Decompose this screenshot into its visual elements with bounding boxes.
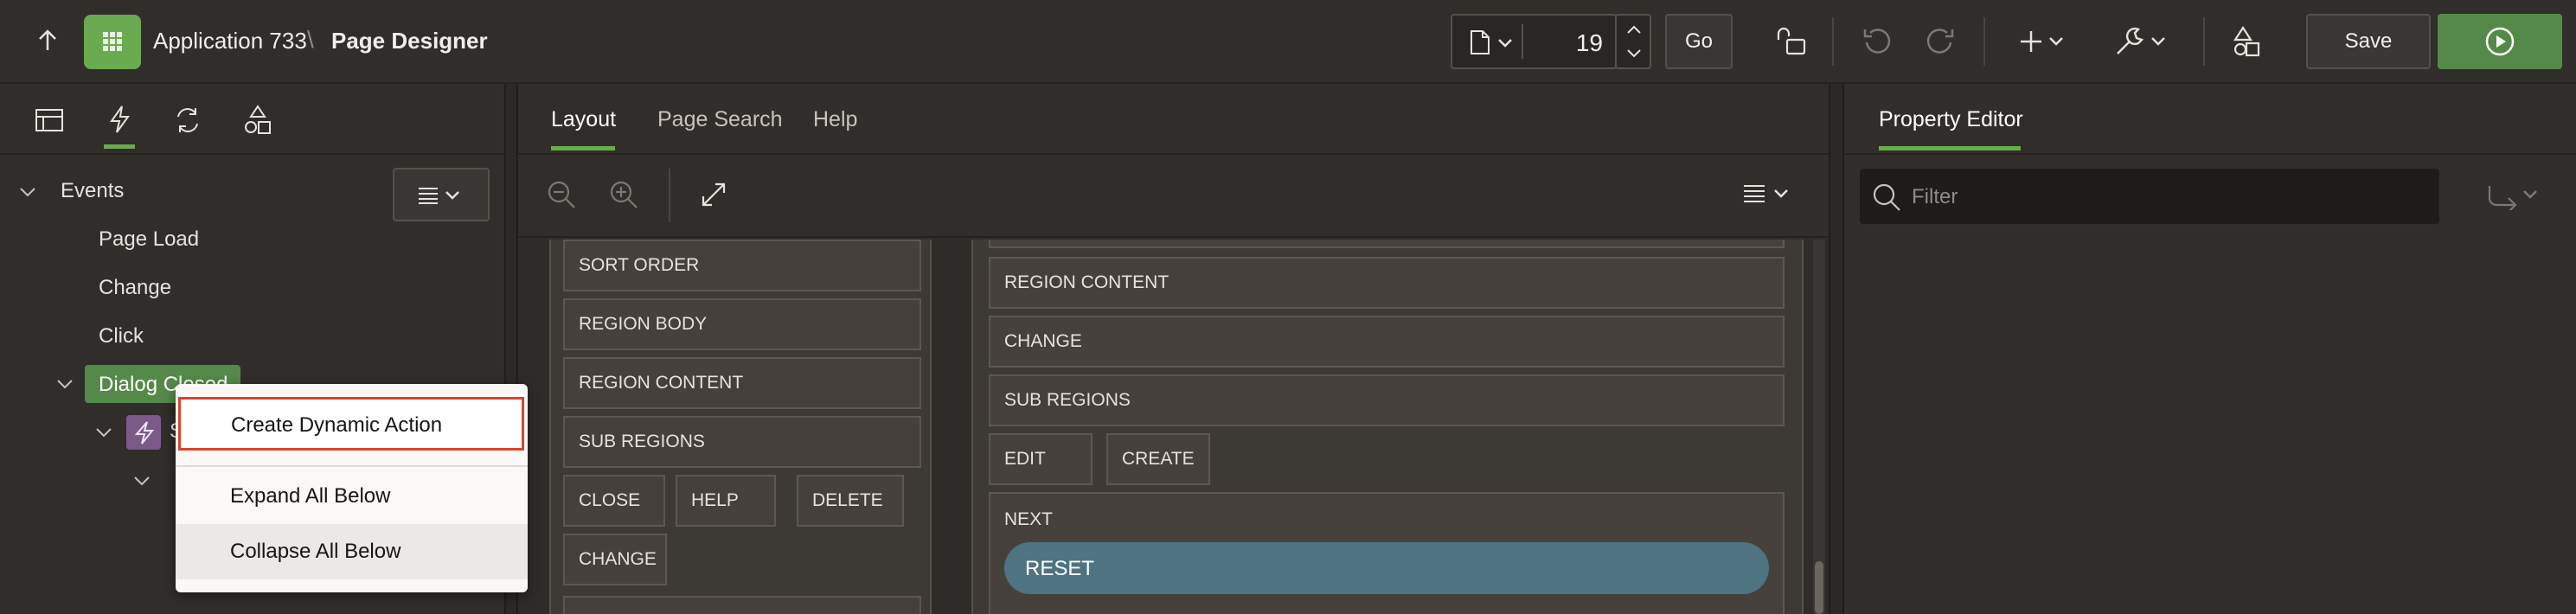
chevron-down-icon[interactable] xyxy=(133,475,151,487)
position-next[interactable]: NEXT RESET xyxy=(989,492,1785,614)
center-pane: Layout Page Search Help SORT ORDER REGIO… xyxy=(518,84,1829,614)
filter-field[interactable]: Filter xyxy=(1860,169,2439,224)
shared-components-tab-icon[interactable] xyxy=(242,105,273,136)
layout-toolbar xyxy=(518,155,1829,238)
chevron-up-icon[interactable] xyxy=(1626,24,1642,35)
dynamic-action-icon xyxy=(126,415,161,450)
center-tab-bar: Layout Page Search Help xyxy=(518,84,1829,155)
menu-item-create-dynamic-action[interactable]: Create Dynamic Action xyxy=(178,397,524,451)
left-tab-bar xyxy=(0,84,504,155)
right-tab-bar: Property Editor xyxy=(1844,84,2576,155)
tab-layout[interactable]: Layout xyxy=(551,107,616,132)
position-sort-order[interactable]: SORT ORDER xyxy=(563,240,921,291)
plus-icon[interactable] xyxy=(2019,28,2071,55)
menu-item-label: Collapse All Below xyxy=(230,540,401,563)
scrollbar-thumb[interactable] xyxy=(1815,561,1823,614)
zoom-out-icon[interactable] xyxy=(546,179,577,210)
tree-node-click[interactable]: Click xyxy=(99,324,144,349)
page-selector[interactable]: 19 xyxy=(1451,14,1617,69)
page-icon xyxy=(1470,29,1490,55)
tab-help[interactable]: Help xyxy=(813,107,857,132)
position-change[interactable]: CHANGE xyxy=(989,316,1785,368)
layout-menu-icon[interactable] xyxy=(1742,184,1792,203)
tab-property-editor[interactable]: Property Editor xyxy=(1879,107,2023,132)
position-sub-regions[interactable]: SUB REGIONS xyxy=(563,416,921,468)
layout-canvas: SORT ORDER REGION BODY REGION CONTENT SU… xyxy=(518,240,1829,614)
property-editor-pane: Property Editor Filter xyxy=(1844,84,2576,614)
rendering-tab-icon[interactable] xyxy=(35,108,64,132)
breadcrumb-separator: \ xyxy=(307,26,314,53)
chevron-down-icon[interactable] xyxy=(95,426,112,438)
button-edit[interactable]: EDIT xyxy=(989,433,1093,485)
tree-menu-button[interactable] xyxy=(393,168,490,221)
search-icon xyxy=(1872,182,1901,212)
go-to-group-icon[interactable] xyxy=(2486,182,2541,210)
button-create[interactable]: CREATE xyxy=(1106,433,1210,485)
reset-button[interactable]: RESET xyxy=(1004,542,1769,594)
lock-icon[interactable] xyxy=(1775,26,1808,57)
run-icon xyxy=(2484,26,2515,57)
divider xyxy=(1522,24,1523,59)
go-button[interactable]: Go xyxy=(1665,14,1733,69)
button-close[interactable]: CLOSE xyxy=(563,475,665,527)
chevron-down-icon[interactable] xyxy=(19,186,36,198)
processing-tab-icon[interactable] xyxy=(173,106,202,134)
active-tab-indicator xyxy=(551,146,615,150)
canvas-scrollbar[interactable] xyxy=(1813,240,1825,614)
divider xyxy=(2203,17,2205,66)
filter-placeholder: Filter xyxy=(1912,185,1958,208)
menu-item-label: Create Dynamic Action xyxy=(231,413,443,437)
position-next-label: NEXT xyxy=(1004,509,1054,529)
dynamic-actions-tab-icon[interactable] xyxy=(107,105,131,134)
undo-icon[interactable] xyxy=(1862,26,1893,57)
button-help[interactable]: HELP xyxy=(676,475,776,527)
redo-icon[interactable] xyxy=(1925,26,1956,57)
up-arrow-icon[interactable] xyxy=(35,28,61,54)
reset-button-label: RESET xyxy=(1025,557,1095,580)
button-change[interactable]: CHANGE xyxy=(563,534,667,585)
position-region-body[interactable]: REGION BODY xyxy=(563,298,921,350)
menu-item-collapse-all-below[interactable]: Collapse All Below xyxy=(176,524,528,579)
tree-node-page-load[interactable]: Page Load xyxy=(99,227,199,252)
divider xyxy=(1832,17,1834,66)
divider xyxy=(1983,17,1985,66)
wrench-icon[interactable] xyxy=(2114,26,2171,57)
button-delete[interactable]: DELETE xyxy=(797,475,904,527)
chevron-down-icon[interactable] xyxy=(1626,48,1642,59)
chevron-down-icon[interactable] xyxy=(56,378,74,390)
tree-node-change[interactable]: Change xyxy=(99,276,171,300)
run-button[interactable] xyxy=(2438,14,2562,69)
page-title: Page Designer xyxy=(331,28,488,54)
save-button[interactable]: Save xyxy=(2306,14,2431,69)
menu-item-label: Expand All Below xyxy=(230,484,391,508)
position-sub-regions-right[interactable]: SUB REGIONS xyxy=(989,374,1785,426)
page-stepper[interactable] xyxy=(1615,14,1651,69)
menu-divider xyxy=(176,465,528,467)
right-splitter[interactable] xyxy=(1829,84,1844,614)
divider xyxy=(669,169,670,222)
tree-node-events[interactable]: Events xyxy=(61,179,124,203)
zoom-in-icon[interactable] xyxy=(608,179,639,210)
position-partial xyxy=(563,596,921,614)
active-tab-indicator xyxy=(104,144,135,149)
app-name-link[interactable]: Application 733 xyxy=(153,28,307,54)
tab-page-search[interactable]: Page Search xyxy=(657,107,783,132)
active-tab-indicator xyxy=(1879,146,2021,150)
list-menu-icon xyxy=(417,187,464,204)
app-grid-icon[interactable] xyxy=(84,15,141,69)
position-region-content-right[interactable]: REGION CONTENT xyxy=(989,257,1785,309)
context-menu: Create Dynamic Action Expand All Below C… xyxy=(176,384,528,592)
top-toolbar: Application 733 \ Page Designer 19 Go Sa… xyxy=(0,0,2576,84)
expand-icon[interactable] xyxy=(700,181,727,208)
position-region-content[interactable]: REGION CONTENT xyxy=(563,357,921,409)
position-top-partial xyxy=(989,240,1785,248)
chevron-down-icon xyxy=(1497,38,1513,48)
shared-components-icon[interactable] xyxy=(2232,24,2265,59)
page-number-input[interactable]: 19 xyxy=(1576,29,1603,57)
menu-item-expand-all-below[interactable]: Expand All Below xyxy=(176,470,528,522)
